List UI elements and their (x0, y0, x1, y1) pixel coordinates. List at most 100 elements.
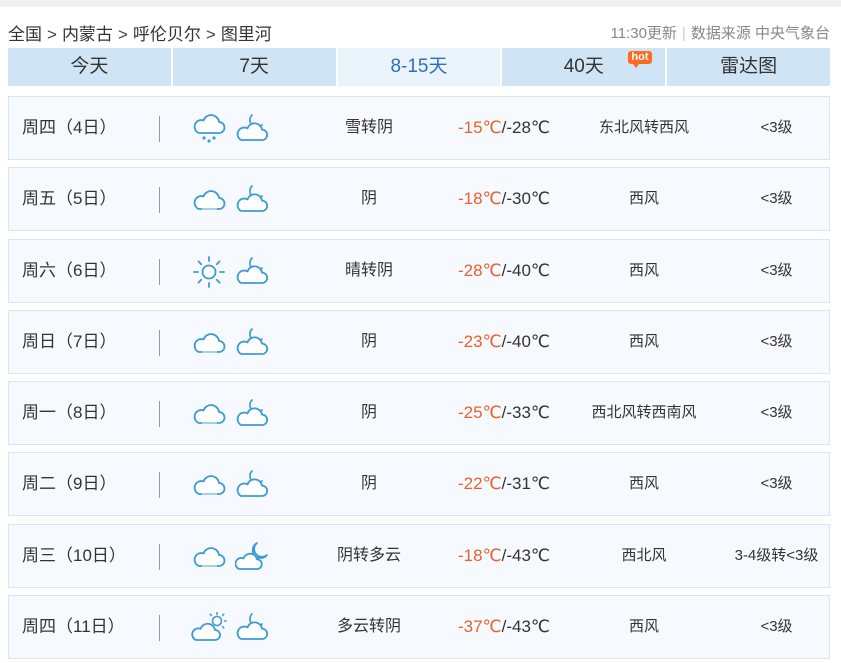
forecast-row: 周三（10日） 阴转多云 -18℃/-43℃ 西北风 3-4级转<3级 (8, 523, 830, 588)
tab-radar[interactable]: 雷达图 (667, 48, 830, 86)
temp-high: -23℃ (457, 331, 502, 351)
row-divider (159, 329, 160, 356)
cloudy-night-icon (235, 610, 271, 646)
overcast-icon (191, 539, 227, 575)
wind-direction: 西风 (628, 261, 659, 279)
forecast-row: 周日（7日） 阴 -23℃/-40℃ 西风 <3级 (8, 309, 830, 374)
tab-40-day[interactable]: 40天 hot (502, 48, 668, 86)
weather-icons (191, 111, 279, 147)
cloudy-night-icon (235, 325, 271, 361)
row-divider (159, 187, 160, 214)
tab-7-day[interactable]: 7天 (172, 48, 338, 86)
forecast-day: 周四（4日） (22, 118, 117, 137)
temp-low: /-40℃ (501, 260, 551, 280)
temperature: -28℃/-40℃ (449, 240, 559, 302)
forecast-day: 周一（8日） (22, 403, 117, 423)
forecast-day: 周三（10日） (22, 545, 126, 565)
cloudy-night-icon (235, 396, 271, 432)
weather-icons (191, 254, 279, 290)
overcast-icon (191, 467, 227, 503)
temp-high: -37℃ (457, 617, 502, 637)
temperature: -18℃/-30℃ (449, 168, 559, 230)
sun-icon (191, 254, 227, 290)
wind-direction: 东北风转西风 (598, 119, 689, 136)
wind-level: <3级 (760, 261, 793, 279)
breadcrumb-province[interactable]: 内蒙古 (62, 25, 113, 44)
weather-icons (191, 182, 279, 218)
temperature: -22℃/-31℃ (449, 453, 559, 515)
wind-direction: 西风 (628, 332, 659, 350)
tab-today[interactable]: 今天 (8, 48, 173, 86)
partly-cloudy-day-icon (191, 610, 227, 646)
breadcrumb-separator: > (47, 25, 57, 44)
tab-8-15-day[interactable]: 8-15天 (337, 48, 503, 86)
wind-level: <3级 (760, 119, 793, 136)
breadcrumb-separator: > (117, 25, 128, 44)
wind-direction: 西风 (628, 190, 659, 208)
forecast-row: 周五（5日） 阴 -18℃/-30℃ 西风 <3级 (8, 167, 830, 232)
weather-description: 阴 (360, 404, 377, 422)
overcast-icon (191, 396, 227, 432)
cloudy-night-icon (235, 111, 271, 147)
wind-level: <3级 (760, 332, 793, 350)
breadcrumb-station: 图里河 (220, 25, 272, 44)
cloudy-night-icon (235, 254, 271, 290)
weather-description: 晴转阴 (344, 261, 393, 279)
temp-low: /-43℃ (501, 617, 551, 637)
forecast-day: 周二（9日） (22, 474, 117, 494)
weather-description: 雪转阴 (344, 119, 393, 136)
forecast-row: 周四（4日） 雪转阴 -15℃/-28℃ 东北风转西风 <3级 (8, 96, 830, 160)
wind-level: <3级 (760, 475, 793, 493)
temp-low: /-31℃ (501, 474, 551, 494)
update-time: 11:30更新 (610, 25, 677, 42)
forecast-list: 周四（4日） 雪转阴 -15℃/-28℃ 东北风转西风 <3级 周五（5日） 阴… (8, 96, 830, 663)
wind-direction: 西北风 (621, 546, 667, 564)
weather-description: 阴 (360, 332, 377, 350)
temperature: -37℃/-43℃ (449, 596, 559, 658)
forecast-tabs: 今天 7天 8-15天 40天 hot 雷达图 (8, 48, 830, 86)
forecast-row: 周六（6日） 晴转阴 -28℃/-40℃ 西风 <3级 (8, 238, 830, 303)
weather-icons (191, 610, 279, 646)
breadcrumb-city[interactable]: 呼伦贝尔 (133, 25, 201, 44)
temperature: -15℃/-28℃ (449, 97, 559, 159)
wind-direction: 西风 (628, 618, 659, 636)
temp-high: -18℃ (457, 189, 502, 209)
top-strip (0, 0, 841, 7)
forecast-row: 周四（11日） 多云转阴 -37℃/-43℃ 西风 <3级 (8, 595, 830, 660)
temperature: -18℃/-43℃ (449, 525, 559, 587)
weather-icons (191, 539, 279, 575)
temperature: -25℃/-33℃ (449, 382, 559, 444)
snow-cloud-icon (191, 111, 227, 147)
tab-40-day-label: 40天 (563, 56, 604, 77)
row-divider (159, 116, 160, 142)
forecast-day: 周日（7日） (22, 331, 117, 351)
wind-level: 3-4级转<3级 (734, 546, 819, 564)
temp-high: -15℃ (457, 118, 502, 137)
update-meta: 11:30更新 | 数据来源 中央气象台 (610, 22, 830, 43)
overcast-icon (191, 182, 227, 218)
forecast-day: 周六（6日） (22, 260, 117, 280)
weather-description: 多云转阴 (336, 618, 401, 636)
forecast-row: 周二（9日） 阴 -22℃/-31℃ 西风 <3级 (8, 452, 830, 517)
hot-badge: hot (628, 51, 652, 68)
temp-low: /-30℃ (501, 189, 551, 209)
temp-high: -28℃ (457, 260, 502, 280)
row-divider (159, 472, 160, 499)
forecast-day: 周五（5日） (22, 189, 117, 209)
temp-low: /-33℃ (501, 403, 551, 423)
row-divider (159, 615, 160, 642)
temp-low: /-28℃ (501, 118, 551, 137)
row-divider (159, 401, 160, 428)
header-bar: 全国 > 内蒙古 > 呼伦贝尔 > 图里河 11:30更新 | 数据来源 中央气象台 (8, 18, 830, 46)
overcast-icon (191, 325, 227, 361)
weather-description: 阴 (360, 190, 377, 208)
wind-level: <3级 (760, 618, 793, 636)
wind-level: <3级 (760, 190, 793, 208)
breadcrumb-national[interactable]: 全国 (8, 25, 42, 44)
row-divider (159, 543, 160, 570)
weather-description: 阴 (360, 475, 377, 493)
weather-icons (191, 396, 279, 432)
forecast-day: 周四（11日） (22, 617, 125, 637)
wind-direction: 西北风转西南风 (591, 404, 697, 422)
meta-divider: | (681, 25, 686, 42)
